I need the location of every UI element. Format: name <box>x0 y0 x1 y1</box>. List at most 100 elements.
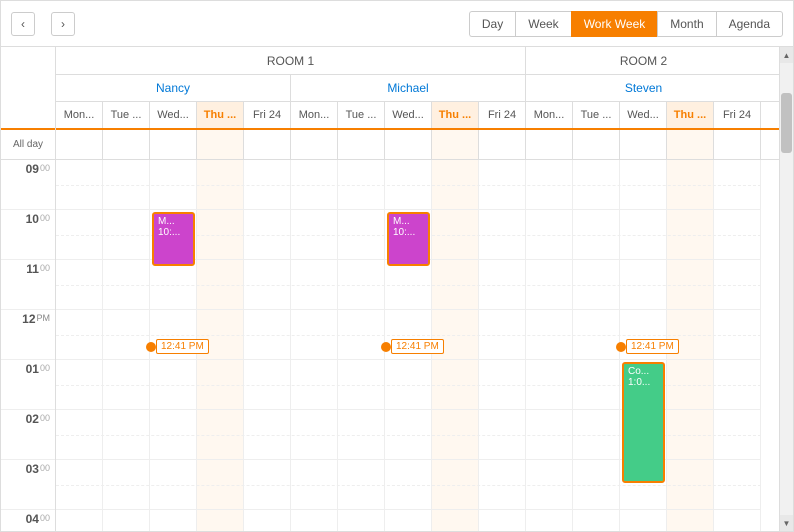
data-cell-6-6[interactable] <box>338 460 385 509</box>
data-cell-0-13[interactable] <box>667 160 714 209</box>
scroll-down-button[interactable]: ▼ <box>780 515 793 531</box>
data-cell-2-6[interactable] <box>338 260 385 309</box>
data-cell-7-5[interactable] <box>291 510 338 531</box>
day-cell-2[interactable]: Wed... <box>150 102 197 128</box>
data-cell-2-1[interactable] <box>103 260 150 309</box>
data-cell-6-3[interactable] <box>197 460 244 509</box>
data-cell-1-4[interactable] <box>244 210 291 259</box>
data-cell-7-13[interactable] <box>667 510 714 531</box>
data-cell-5-13[interactable] <box>667 410 714 459</box>
day-cell-6[interactable]: Tue ... <box>338 102 385 128</box>
data-cell-1-0[interactable] <box>56 210 103 259</box>
view-week[interactable]: Week <box>515 11 570 37</box>
event-block[interactable]: M...10:... <box>387 212 430 266</box>
data-cell-2-4[interactable] <box>244 260 291 309</box>
data-cell-1-3[interactable] <box>197 210 244 259</box>
data-cell-4-1[interactable] <box>103 360 150 409</box>
data-cell-5-7[interactable] <box>385 410 432 459</box>
data-cell-4-5[interactable] <box>291 360 338 409</box>
data-cell-4-9[interactable] <box>479 360 526 409</box>
data-cell-6-8[interactable] <box>432 460 479 509</box>
data-cell-4-0[interactable] <box>56 360 103 409</box>
data-cell-7-1[interactable] <box>103 510 150 531</box>
data-cell-6-10[interactable] <box>526 460 573 509</box>
data-cell-5-5[interactable] <box>291 410 338 459</box>
data-cell-2-0[interactable] <box>56 260 103 309</box>
data-cell-3-5[interactable] <box>291 310 338 359</box>
data-cell-1-9[interactable] <box>479 210 526 259</box>
data-cell-3-11[interactable] <box>573 310 620 359</box>
data-cell-0-0[interactable] <box>56 160 103 209</box>
data-cell-7-8[interactable] <box>432 510 479 531</box>
data-cell-4-14[interactable] <box>714 360 761 409</box>
data-cell-6-1[interactable] <box>103 460 150 509</box>
data-cell-2-14[interactable] <box>714 260 761 309</box>
data-cell-4-10[interactable] <box>526 360 573 409</box>
event-block[interactable]: M...10:... <box>152 212 195 266</box>
data-cell-1-10[interactable] <box>526 210 573 259</box>
data-cell-1-8[interactable] <box>432 210 479 259</box>
view-agenda[interactable]: Agenda <box>716 11 783 37</box>
data-cell-6-14[interactable] <box>714 460 761 509</box>
scroll-track[interactable] <box>780 63 793 515</box>
data-cell-5-4[interactable] <box>244 410 291 459</box>
data-cell-6-13[interactable] <box>667 460 714 509</box>
day-cell-10[interactable]: Mon... <box>526 102 573 128</box>
data-cell-3-9[interactable] <box>479 310 526 359</box>
data-cell-2-9[interactable] <box>479 260 526 309</box>
data-cell-2-12[interactable] <box>620 260 667 309</box>
data-cell-4-11[interactable] <box>573 360 620 409</box>
data-cell-2-5[interactable] <box>291 260 338 309</box>
data-cell-7-2[interactable] <box>150 510 197 531</box>
data-cell-0-10[interactable] <box>526 160 573 209</box>
data-cell-4-2[interactable] <box>150 360 197 409</box>
day-cell-12[interactable]: Wed... <box>620 102 667 128</box>
day-cell-13[interactable]: Thu ... <box>667 102 714 128</box>
day-cell-9[interactable]: Fri 24 <box>479 102 526 128</box>
data-cell-5-11[interactable] <box>573 410 620 459</box>
view-workweek[interactable]: Work Week <box>571 11 658 37</box>
day-cell-1[interactable]: Tue ... <box>103 102 150 128</box>
next-button[interactable]: › <box>51 12 75 36</box>
data-cell-7-7[interactable] <box>385 510 432 531</box>
data-cell-6-11[interactable] <box>573 460 620 509</box>
data-cell-0-4[interactable] <box>244 160 291 209</box>
data-cell-2-10[interactable] <box>526 260 573 309</box>
data-cell-4-6[interactable] <box>338 360 385 409</box>
data-cell-6-2[interactable] <box>150 460 197 509</box>
data-cell-5-6[interactable] <box>338 410 385 459</box>
data-cell-7-11[interactable] <box>573 510 620 531</box>
data-rows[interactable]: M...10:...M...10:...Co...1:0...12:41 PM1… <box>56 160 779 531</box>
data-cell-2-7[interactable] <box>385 260 432 309</box>
data-cell-0-6[interactable] <box>338 160 385 209</box>
data-cell-0-11[interactable] <box>573 160 620 209</box>
data-cell-7-6[interactable] <box>338 510 385 531</box>
data-cell-1-12[interactable] <box>620 210 667 259</box>
data-cell-6-5[interactable] <box>291 460 338 509</box>
scroll-up-button[interactable]: ▲ <box>780 47 793 63</box>
data-cell-5-14[interactable] <box>714 410 761 459</box>
data-cell-5-8[interactable] <box>432 410 479 459</box>
day-cell-0[interactable]: Mon... <box>56 102 103 128</box>
data-cell-0-7[interactable] <box>385 160 432 209</box>
data-cell-0-14[interactable] <box>714 160 761 209</box>
data-cell-7-10[interactable] <box>526 510 573 531</box>
data-cell-0-1[interactable] <box>103 160 150 209</box>
view-month[interactable]: Month <box>657 11 715 37</box>
day-cell-7[interactable]: Wed... <box>385 102 432 128</box>
data-cell-1-11[interactable] <box>573 210 620 259</box>
data-cell-4-3[interactable] <box>197 360 244 409</box>
data-cell-5-0[interactable] <box>56 410 103 459</box>
data-cell-0-12[interactable] <box>620 160 667 209</box>
view-day[interactable]: Day <box>469 11 515 37</box>
data-cell-0-5[interactable] <box>291 160 338 209</box>
day-cell-14[interactable]: Fri 24 <box>714 102 761 128</box>
data-cell-7-9[interactable] <box>479 510 526 531</box>
data-cell-5-1[interactable] <box>103 410 150 459</box>
data-cell-0-3[interactable] <box>197 160 244 209</box>
day-cell-3[interactable]: Thu ... <box>197 102 244 128</box>
data-cell-2-11[interactable] <box>573 260 620 309</box>
data-cell-1-13[interactable] <box>667 210 714 259</box>
data-cell-1-14[interactable] <box>714 210 761 259</box>
data-cell-3-1[interactable] <box>103 310 150 359</box>
